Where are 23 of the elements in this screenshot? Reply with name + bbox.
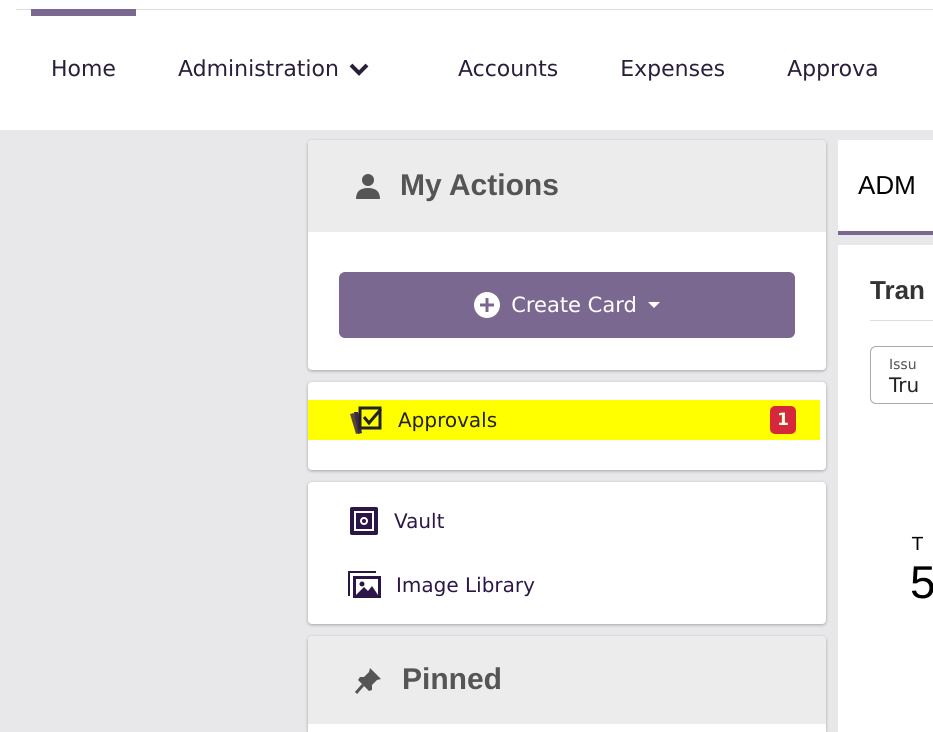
action-item[interactable]: Approvals 1: [308, 400, 820, 440]
stat-label: T: [912, 534, 924, 555]
person-icon: [354, 172, 382, 200]
count-badge: 1: [770, 406, 796, 434]
nav-tab[interactable]: Accounts: [438, 9, 578, 130]
plus-circle-icon: [473, 291, 502, 319]
nav-tab[interactable]: Expenses: [601, 9, 746, 130]
select-field[interactable]: Issu Tru: [870, 346, 933, 404]
action-item[interactable]: Image Library: [308, 558, 820, 612]
panel-tab[interactable]: ADM: [838, 140, 933, 235]
checkbox-cards-icon: [348, 404, 384, 436]
chevron-down-icon: [348, 62, 369, 76]
action-item[interactable]: Vault: [308, 494, 820, 548]
card-title: Pinned: [402, 663, 502, 697]
nav-tab[interactable]: Administration: [158, 9, 389, 130]
create-card-button[interactable]: Create Card: [339, 272, 795, 338]
caret-icon: [646, 301, 661, 309]
card-title: My Actions: [400, 169, 559, 203]
nav-tab[interactable]: Approva: [768, 9, 899, 130]
safe-icon: [348, 505, 380, 537]
pin-icon: [354, 665, 384, 695]
panel-heading: Tran: [870, 275, 933, 321]
image-icon: [348, 570, 382, 600]
